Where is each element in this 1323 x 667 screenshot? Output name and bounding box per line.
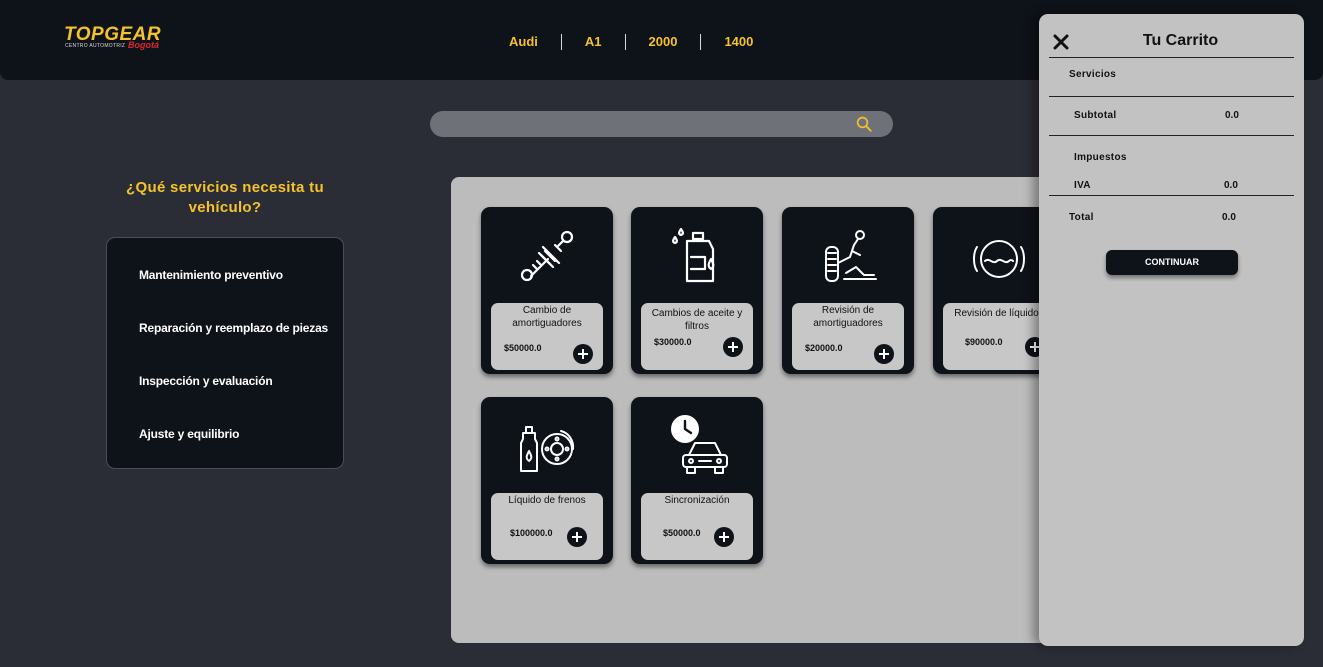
cart-iva-label: IVA [1074,180,1091,191]
service-price: $50000.0 [663,528,701,538]
cart-total-label: Total [1069,212,1094,223]
cart-drawer: Tu Carrito Servicios Subtotal 0.0 Impues… [1039,14,1304,646]
cart-iva-value: 0.0 [1224,180,1238,191]
service-card[interactable]: Líquido de frenos $100000.0 [481,397,613,564]
category-preventive-maintenance[interactable]: Mantenimiento preventivo [139,268,283,282]
divider [1049,135,1294,136]
cart-subtotal-value: 0.0 [1225,110,1239,121]
service-card[interactable]: Cambio de amortiguadores $50000.0 [481,207,613,374]
add-to-cart-button[interactable] [723,337,743,357]
service-card-info: Revisión de amortiguadores $20000.0 [792,303,904,370]
cart-taxes-label: Impuestos [1074,152,1127,163]
search-icon[interactable] [855,115,873,133]
service-card[interactable]: Sincronización $50000.0 [631,397,763,564]
fluid-level-icon [973,240,1025,278]
vehicle-year: 2000 [648,34,678,49]
topgear-logo[interactable]: TOPGEAR CENTRO AUTOMOTRIZ Bogotá [64,24,174,56]
vehicle-engine: 1400 [724,34,754,49]
brake-fluid-icon [520,426,575,472]
divider [1049,195,1294,196]
vehicle-brand: Audi [509,34,538,49]
continue-button[interactable]: CONTINUAR [1106,250,1238,275]
car-timing-icon [671,415,728,474]
add-to-cart-button[interactable] [567,527,587,547]
logo-city: Bogotá [128,40,159,50]
service-card[interactable]: Cambios de aceite y filtros $30000.0 [631,207,763,374]
service-title: Revisión de amortiguadores [813,305,883,329]
service-price: $20000.0 [805,343,843,353]
service-card[interactable]: Revisión de amortiguadores $20000.0 [782,207,914,374]
category-inspection[interactable]: Inspección y evaluación [139,374,273,388]
service-price: $100000.0 [510,528,553,538]
oil-can-icon [672,227,715,283]
suspension-check-icon [825,230,877,282]
service-price: $90000.0 [965,337,1003,347]
service-card-info: Cambio de amortiguadores $50000.0 [491,303,603,370]
service-card-info: Líquido de frenos $100000.0 [491,493,603,560]
service-card-info: Sincronización $50000.0 [641,493,753,560]
services-panel: Cambio de amortiguadores $50000.0 Cambio… [451,177,1071,643]
vehicle-model: A1 [584,34,602,49]
divider [1049,57,1294,58]
category-repair-replacement[interactable]: Reparación y reemplazo de piezas [139,321,328,335]
service-title: Cambios de aceite y filtros [651,308,743,332]
logo-tagline: CENTRO AUTOMOTRIZ [65,43,126,49]
cart-title: Tu Carrito [1142,32,1219,49]
divider [1049,96,1294,97]
add-to-cart-button[interactable] [573,344,593,364]
service-category-list: Mantenimiento preventivo Reparación y re… [106,237,344,469]
search-input[interactable] [430,111,893,137]
shock-absorber-icon [520,230,574,282]
service-card-info: Cambios de aceite y filtros $30000.0 [641,303,753,370]
services-question: ¿Qué servicios necesita tu vehículo? [126,179,324,216]
category-alignment-balancing[interactable]: Ajuste y equilibrio [139,427,239,441]
add-to-cart-button[interactable] [874,344,894,364]
service-title: Líquido de frenos [508,495,586,506]
service-price: $30000.0 [654,337,692,347]
cart-services-label: Servicios [1069,69,1117,80]
vehicle-info-bar: Audi A1 2000 1400 [486,33,776,51]
add-to-cart-button[interactable] [714,527,734,547]
service-price: $50000.0 [504,343,542,353]
cart-total-value: 0.0 [1222,212,1236,223]
service-title: Cambio de amortiguadores [512,305,582,329]
service-title: Sincronización [664,495,730,506]
cart-subtotal-label: Subtotal [1074,110,1117,121]
